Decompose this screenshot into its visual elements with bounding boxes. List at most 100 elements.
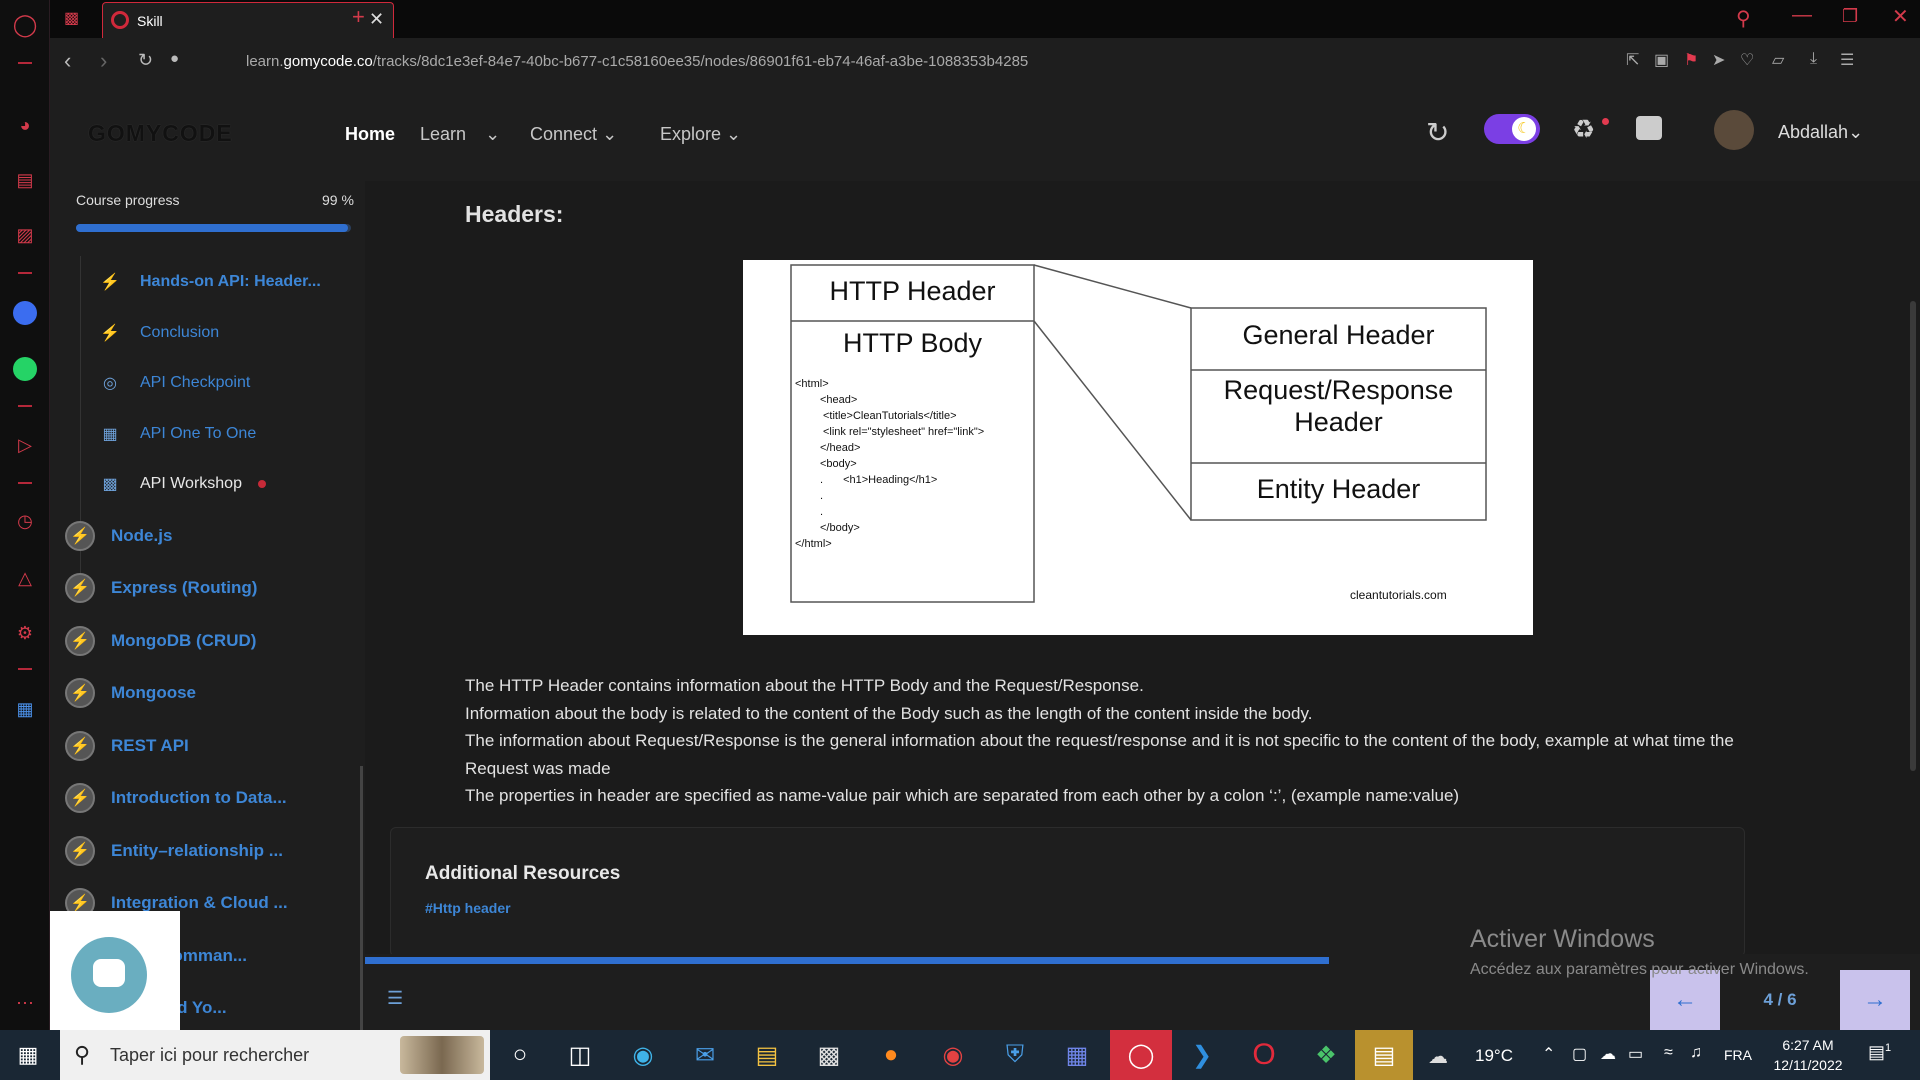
vscode-icon[interactable]: ❯ <box>1174 1030 1230 1080</box>
nav-explore[interactable]: Explore ⌄ <box>660 124 741 145</box>
git-kraken-icon[interactable]: ❖ <box>1298 1030 1354 1080</box>
tray-cloud-icon[interactable]: ☁ <box>1600 1044 1616 1064</box>
opera-taskbar-icon[interactable]: ◯ <box>1110 1030 1172 1080</box>
taskbar-search-box[interactable]: ⚲ Taper ici pour rechercher <box>60 1030 490 1080</box>
input-language[interactable]: FRA <box>1724 1047 1752 1063</box>
mail-icon[interactable]: ✉ <box>677 1030 733 1080</box>
module-item[interactable]: ⚡ Express (Routing) <box>65 571 257 605</box>
history-icon[interactable]: ◷ <box>12 508 38 534</box>
more-dots-icon[interactable]: ⋯ <box>12 990 38 1016</box>
module-item[interactable]: ⚡ REST API <box>65 729 189 763</box>
nav-home[interactable]: Home <box>345 124 395 145</box>
dark-mode-toggle[interactable]: ☾ <box>1484 114 1540 144</box>
whatsapp-icon[interactable] <box>12 356 38 382</box>
action-center-icon[interactable]: ▤1 <box>1868 1042 1891 1063</box>
cube-icon[interactable]: △ <box>12 565 38 591</box>
briefcase-icon[interactable]: ▤ <box>12 167 38 193</box>
tray-chevron-icon[interactable]: ⌃ <box>1542 1044 1555 1064</box>
teams-icon[interactable]: ▦ <box>1049 1030 1105 1080</box>
restore-icon[interactable]: ❐ <box>1842 6 1858 27</box>
heart-icon[interactable]: ♡ <box>1740 50 1754 70</box>
clock[interactable]: 6:27 AM 12/11/2022 <box>1768 1035 1848 1075</box>
nav-connect[interactable]: Connect ⌄ <box>530 124 617 145</box>
camera-icon[interactable]: ▣ <box>1654 50 1669 70</box>
task-view-icon[interactable]: ◫ <box>552 1030 608 1080</box>
player-icon[interactable]: ▷ <box>12 432 38 458</box>
windows-start-icon[interactable]: ▦ <box>0 1030 56 1080</box>
edge-icon[interactable]: ◉ <box>615 1030 671 1080</box>
lesson-item[interactable]: ⚡ Conclusion <box>80 318 219 348</box>
module-item[interactable]: ⚡ Mongoose <box>65 676 196 710</box>
settings-gear-icon[interactable]: ⚙ <box>12 620 38 646</box>
close-tab-icon[interactable]: ✕ <box>369 9 384 30</box>
weather-cloud-icon[interactable]: ☁ <box>1428 1044 1448 1069</box>
section-heading: Headers: <box>465 201 564 227</box>
share-icon[interactable]: ⇱ <box>1626 50 1639 70</box>
twitch-icon[interactable]: ▨ <box>12 222 38 248</box>
user-menu[interactable]: Abdallah⌄ <box>1778 122 1863 143</box>
messenger-icon[interactable] <box>12 300 38 326</box>
translate-icon[interactable]: ▦ <box>12 696 38 722</box>
store-icon[interactable]: ▩ <box>801 1030 857 1080</box>
reload-icon[interactable]: ↻ <box>138 50 153 71</box>
weather-temp[interactable]: 19°C <box>1475 1046 1513 1066</box>
gomycode-logo[interactable]: GOMYCODE <box>88 120 233 147</box>
security-app-icon[interactable]: ◉ <box>925 1030 981 1080</box>
lesson-item[interactable]: ⚡ Hands-on API: Header... <box>80 267 321 297</box>
new-tab-icon[interactable]: + <box>352 4 365 30</box>
sync-icon[interactable]: ↻ <box>1426 116 1449 149</box>
bolt-icon: ⚡ <box>65 836 95 866</box>
lesson-item-current[interactable]: ▩ API Workshop <box>80 469 266 499</box>
module-item[interactable]: ⚡ MongoDB (CRUD) <box>65 624 256 658</box>
adblock-shield-icon[interactable]: ⚑ <box>1684 50 1698 70</box>
module-item[interactable]: ⚡ Introduction to Data... <box>65 781 287 815</box>
course-panel: Course progress 99 % ⚡ Hands-on API: Head… <box>50 181 365 1030</box>
support-chat-button[interactable] <box>71 937 147 1013</box>
resource-tag-link[interactable]: #Http header <box>425 900 511 916</box>
search-tabs-icon[interactable]: ⚲ <box>1736 6 1751 31</box>
download-icon[interactable]: ⤓ <box>1810 50 1817 68</box>
code-line: </head> <box>820 442 861 454</box>
outline-list-icon[interactable]: ☰ <box>387 988 403 1009</box>
send-icon[interactable]: ➤ <box>1712 50 1725 70</box>
back-icon[interactable]: ‹ <box>64 48 71 74</box>
file-explorer-icon[interactable]: ▤ <box>739 1030 795 1080</box>
minimize-icon[interactable]: — <box>1792 4 1812 27</box>
box-icon[interactable]: ▱ <box>1772 50 1784 70</box>
diagram-general-header: General Header <box>1242 320 1435 350</box>
wifi-icon[interactable]: ≈ <box>1664 1044 1673 1062</box>
chat-icon[interactable] <box>1636 116 1662 140</box>
easy-setup-icon[interactable]: ☰ <box>1840 50 1854 70</box>
tray-device-icon[interactable]: ▢ <box>1572 1044 1587 1064</box>
module-item[interactable]: ⚡ Node.js <box>65 519 172 553</box>
opera-gx-icon[interactable]: O <box>1236 1030 1292 1080</box>
battery-icon[interactable]: ▭ <box>1628 1044 1643 1064</box>
gamepad-icon[interactable]: ▩ <box>64 8 79 28</box>
content-scrollbar-thumb[interactable] <box>1910 301 1916 771</box>
module-label: REST API <box>111 736 189 755</box>
tab-skill[interactable]: Skill ✕ <box>102 2 394 38</box>
lesson-item[interactable]: ◎ API Checkpoint <box>80 368 250 398</box>
close-window-icon[interactable]: ✕ <box>1892 4 1909 29</box>
cortana-icon[interactable]: ○ <box>492 1030 548 1080</box>
previous-button[interactable]: ← <box>1650 970 1720 1030</box>
avatar[interactable] <box>1714 110 1754 150</box>
shield-app-icon[interactable]: ⛨ <box>987 1030 1043 1080</box>
panel-scrollbar[interactable] <box>360 766 363 1030</box>
lesson-item[interactable]: ▦ API One To One <box>80 419 256 449</box>
url-field[interactable]: learn.gomycode.co/tracks/8dc1e3ef-84e7-4… <box>246 53 1028 70</box>
opera-logo-icon[interactable]: ◯ <box>12 12 38 38</box>
diagram-entity-header: Entity Header <box>1256 474 1421 504</box>
nav-learn[interactable]: Learn ⌄ <box>420 124 500 145</box>
opera-tab-icon <box>111 11 129 29</box>
bell-icon[interactable]: ♻ <box>1572 114 1595 145</box>
folder-app-icon[interactable]: ▤ <box>1355 1030 1413 1080</box>
content-scrollbar[interactable] <box>1910 181 1916 951</box>
forward-icon[interactable]: › <box>100 48 107 74</box>
speed-dial-icon[interactable]: ◕ <box>12 112 38 138</box>
firefox-icon[interactable]: ● <box>863 1030 919 1080</box>
next-button[interactable]: → <box>1840 970 1910 1030</box>
volume-icon[interactable]: ♫ <box>1690 1044 1702 1062</box>
module-item[interactable]: ⚡ Entity–relationship ... <box>65 834 283 868</box>
page-progress-fill <box>365 957 1330 964</box>
